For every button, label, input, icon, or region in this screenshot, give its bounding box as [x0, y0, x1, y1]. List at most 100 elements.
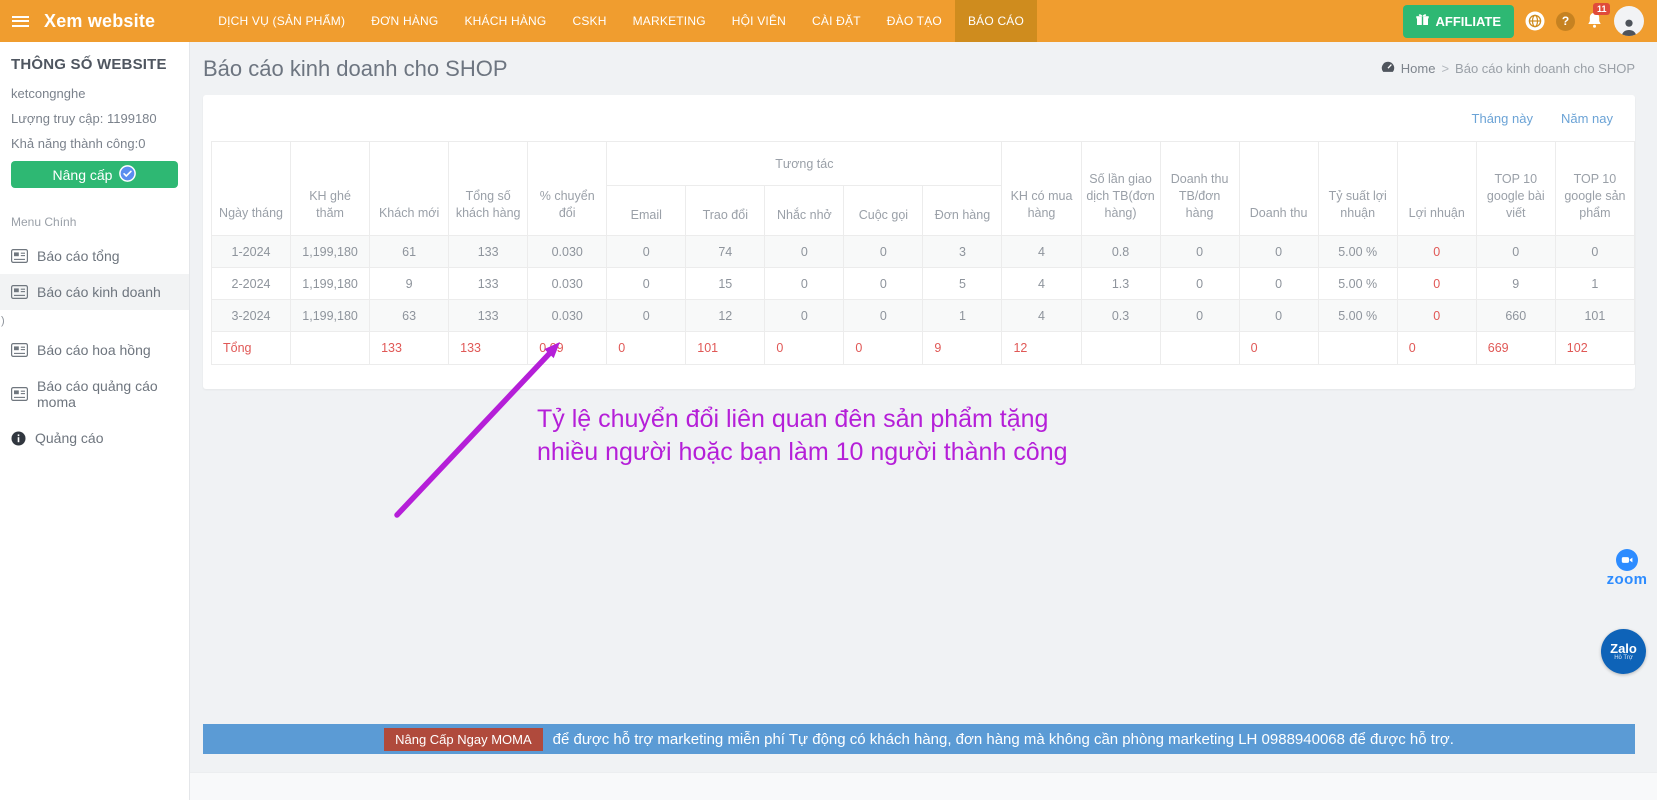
- zoom-widget[interactable]: zoom: [1599, 549, 1655, 588]
- notifications-bell[interactable]: 11: [1586, 11, 1603, 34]
- help-icon[interactable]: ?: [1556, 12, 1575, 31]
- total-cell: [291, 332, 370, 365]
- upgrade-moma-button[interactable]: Nâng Cấp Ngay MOMA: [384, 728, 543, 751]
- nav-item-bao-cao[interactable]: BÁO CÁO: [955, 0, 1037, 42]
- nav-item-marketing[interactable]: MARKETING: [620, 0, 719, 42]
- col-header-top-10-google-san-pham: TOP 10 google sản phẩm: [1555, 142, 1634, 236]
- nav-item-khach-hang[interactable]: KHÁCH HÀNG: [451, 0, 559, 42]
- cell: 3-2024: [212, 300, 291, 332]
- upgrade-button[interactable]: Nâng cấp: [11, 161, 178, 188]
- cell: 0.3: [1081, 300, 1160, 332]
- cell: 0: [607, 236, 686, 268]
- col-header-doanh-thu: Doanh thu: [1239, 142, 1318, 236]
- promo-banner: Nâng Cấp Ngay MOMA để được hỗ trợ market…: [203, 724, 1635, 754]
- cell: 0.030: [528, 268, 607, 300]
- nav-item-dao-tao[interactable]: ĐÀO TẠO: [874, 0, 955, 42]
- col-header-khach-moi: Khách mới: [370, 142, 449, 236]
- cell: 5.00 %: [1318, 300, 1397, 332]
- total-cell: Tổng: [212, 332, 291, 365]
- cell: 0: [1397, 300, 1476, 332]
- cell: 0: [1397, 236, 1476, 268]
- cell: 0: [765, 268, 844, 300]
- col-header-email: Email: [607, 186, 686, 236]
- report-icon: [11, 387, 28, 401]
- cell: 61: [370, 236, 449, 268]
- report-icon: [11, 285, 28, 299]
- notification-badge: 11: [1593, 3, 1610, 15]
- page-header: Báo cáo kinh doanh cho SHOP Home > Báo c…: [190, 42, 1657, 95]
- zoom-label: zoom: [1599, 571, 1655, 588]
- cell: 12: [686, 300, 765, 332]
- cell: 0: [1239, 300, 1318, 332]
- cell: 3: [923, 236, 1002, 268]
- filter-nam-nay[interactable]: Năm nay: [1561, 111, 1613, 126]
- cell: 2-2024: [212, 268, 291, 300]
- nav-item-cskh[interactable]: CSKH: [559, 0, 619, 42]
- page: Xem website DỊCH VỤ (SẢN PHẨM)ĐƠN HÀNGKH…: [0, 0, 1657, 800]
- sidebar-item-bao-cao-hoa-hong[interactable]: Báo cáo hoa hồng: [0, 332, 189, 368]
- breadcrumb-home[interactable]: Home: [1401, 61, 1436, 76]
- cell: 0: [765, 300, 844, 332]
- sidebar-item-label: Báo cáo hoa hồng: [37, 342, 151, 358]
- filter-thang-nay[interactable]: Tháng này: [1472, 111, 1533, 126]
- total-cell: 0: [1397, 332, 1476, 365]
- total-cell: [1081, 332, 1160, 365]
- table-group-header: Tương tác: [607, 142, 1002, 186]
- col-header-nhac-nho: Nhắc nhở: [765, 186, 844, 236]
- cell: 0: [1160, 236, 1239, 268]
- brand-title[interactable]: Xem website: [40, 0, 155, 42]
- col-header-ty-suat-loi-nhuan: Tỷ suất lợi nhuận: [1318, 142, 1397, 236]
- report-table: Ngày thángKH ghé thămKhách mớiTổng số kh…: [211, 141, 1635, 365]
- cell: 0: [1160, 268, 1239, 300]
- cell: 0: [844, 300, 923, 332]
- cell: 0: [1397, 268, 1476, 300]
- col-header-cuoc-goi: Cuộc gọi: [844, 186, 923, 236]
- zalo-widget[interactable]: Zalo Hỗ Trợ: [1601, 629, 1646, 674]
- nav-item-dich-vu-san-pham[interactable]: DỊCH VỤ (SẢN PHẨM): [205, 0, 358, 42]
- cell: 133: [449, 268, 528, 300]
- total-cell: 0: [1239, 332, 1318, 365]
- cell: 0: [1160, 300, 1239, 332]
- info-icon: [11, 431, 26, 446]
- zoom-camera-icon: [1616, 549, 1638, 571]
- cell: 1.3: [1081, 268, 1160, 300]
- cell: 4: [1002, 236, 1081, 268]
- sidebar-item-label: Báo cáo kinh doanh: [37, 284, 161, 300]
- report-card: Tháng này Năm nay Ngày thángKH ghé thămKh…: [203, 95, 1635, 389]
- navbar-menu: DỊCH VỤ (SẢN PHẨM)ĐƠN HÀNGKHÁCH HÀNGCSKH…: [205, 0, 1037, 42]
- cell: 660: [1476, 300, 1555, 332]
- stray-text: ): [0, 310, 189, 332]
- sidebar-item-bao-cao-tong[interactable]: Báo cáo tổng: [0, 238, 189, 274]
- nav-item-hoi-vien[interactable]: HỘI VIÊN: [719, 0, 799, 42]
- sidebar-item-bao-cao-quang-cao-moma[interactable]: Báo cáo quảng cáo moma: [0, 368, 189, 420]
- gift-icon: [1416, 13, 1429, 29]
- cell: 0: [607, 268, 686, 300]
- nav-item-don-hang[interactable]: ĐƠN HÀNG: [358, 0, 451, 42]
- affiliate-button[interactable]: AFFILIATE: [1403, 5, 1514, 38]
- col-header-trao-doi: Trao đổi: [686, 186, 765, 236]
- cell: 1,199,180: [291, 268, 370, 300]
- nav-item-cai-dat[interactable]: CÀI ĐẶT: [799, 0, 874, 42]
- total-cell: [1318, 332, 1397, 365]
- breadcrumb: Home > Báo cáo kinh doanh cho SHOP: [1381, 61, 1635, 76]
- avatar[interactable]: [1614, 6, 1644, 36]
- table-head: Ngày thángKH ghé thămKhách mớiTổng số kh…: [212, 142, 1635, 236]
- cell: 133: [449, 236, 528, 268]
- cell: 0.030: [528, 300, 607, 332]
- report-table-wrap: Ngày thángKH ghé thămKhách mớiTổng số kh…: [203, 135, 1635, 379]
- globe-icon[interactable]: [1525, 11, 1545, 31]
- sidebar-item-quang-cao[interactable]: Quảng cáo: [0, 420, 189, 456]
- table-total-row: Tổng1331330.0901010091200669102: [212, 332, 1635, 365]
- sidebar-item-bao-cao-kinh-doanh[interactable]: Báo cáo kinh doanh: [0, 274, 189, 310]
- cell: 74: [686, 236, 765, 268]
- zalo-label: Zalo: [1610, 642, 1637, 655]
- sidebar: THÔNG SỐ WEBSITE ketcongnghe Lượng truy …: [0, 42, 190, 800]
- total-cell: 0: [607, 332, 686, 365]
- menu-toggle-icon[interactable]: [0, 0, 40, 42]
- cell: 0.8: [1081, 236, 1160, 268]
- cell: 1,199,180: [291, 236, 370, 268]
- bell-icon: [1586, 16, 1603, 33]
- annotation-text: Tỷ lệ chuyển đổi liên quan đên sản phẩm …: [537, 403, 1082, 469]
- total-cell: 0.09: [528, 332, 607, 365]
- cell: 5.00 %: [1318, 268, 1397, 300]
